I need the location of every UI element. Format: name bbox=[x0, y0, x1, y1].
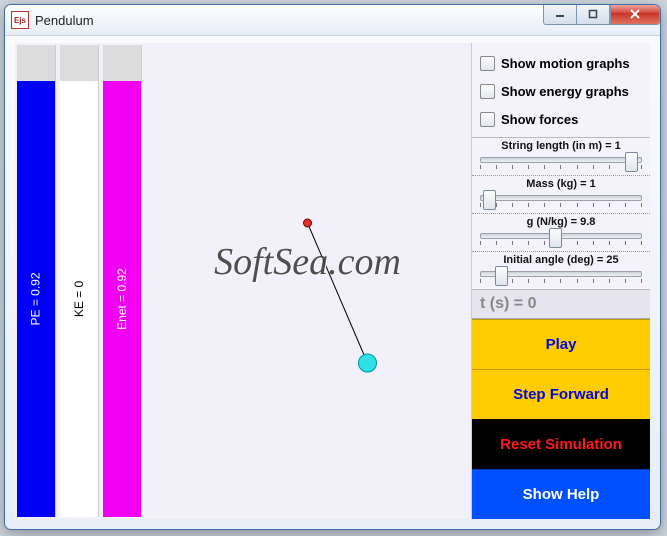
checkbox-icon bbox=[480, 56, 495, 71]
step-forward-button[interactable]: Step Forward bbox=[472, 369, 650, 419]
control-panel: Show motion graphs Show energy graphs Sh… bbox=[471, 43, 650, 519]
show-motion-label: Show motion graphs bbox=[501, 56, 630, 71]
reset-label: Reset Simulation bbox=[500, 436, 622, 453]
angle-slider[interactable]: Initial angle (deg) = 25 bbox=[472, 251, 650, 289]
app-icon: Ejs bbox=[11, 11, 29, 29]
close-button[interactable] bbox=[610, 4, 660, 25]
time-display: t (s) = 0 bbox=[472, 289, 650, 319]
window-controls bbox=[543, 4, 660, 25]
app-window: Ejs Pendulum PE = 0.92 KE = 0 bbox=[4, 4, 661, 530]
energy-bars: PE = 0.92 KE = 0 Enet = 0.92 bbox=[15, 43, 144, 519]
ke-bar: KE = 0 bbox=[60, 45, 99, 517]
enet-bar: Enet = 0.92 bbox=[103, 45, 142, 517]
minimize-button[interactable] bbox=[543, 4, 576, 25]
pe-bar-empty bbox=[17, 45, 55, 81]
minimize-icon bbox=[555, 9, 565, 19]
checkbox-icon bbox=[480, 112, 495, 127]
show-forces-label: Show forces bbox=[501, 112, 578, 127]
reset-simulation-button[interactable]: Reset Simulation bbox=[472, 419, 650, 469]
step-label: Step Forward bbox=[513, 386, 609, 403]
play-button[interactable]: Play bbox=[472, 319, 650, 369]
simulation-area[interactable]: SoftSea.com bbox=[144, 43, 471, 519]
client-area: PE = 0.92 KE = 0 Enet = 0.92 SoftSea.com bbox=[15, 43, 650, 519]
slider-thumb-icon[interactable] bbox=[625, 152, 638, 172]
action-buttons: Play Step Forward Reset Simulation Show … bbox=[472, 319, 650, 519]
show-forces-checkbox[interactable]: Show forces bbox=[480, 105, 642, 133]
pendulum-string bbox=[308, 223, 368, 363]
help-label: Show Help bbox=[523, 486, 600, 503]
g-slider[interactable]: g (N/kg) = 9.8 bbox=[472, 213, 650, 251]
show-motion-checkbox[interactable]: Show motion graphs bbox=[480, 49, 642, 77]
show-help-button[interactable]: Show Help bbox=[472, 469, 650, 519]
ke-bar-empty bbox=[60, 45, 98, 81]
window-title: Pendulum bbox=[35, 13, 94, 28]
enet-label: Enet = 0.92 bbox=[115, 268, 129, 330]
g-label: g (N/kg) = 9.8 bbox=[478, 216, 644, 229]
pendulum-bob[interactable] bbox=[359, 354, 377, 372]
checkbox-icon bbox=[480, 84, 495, 99]
play-label: Play bbox=[546, 336, 577, 353]
slider-thumb-icon[interactable] bbox=[549, 228, 562, 248]
titlebar[interactable]: Ejs Pendulum bbox=[5, 5, 660, 36]
pe-bar: PE = 0.92 bbox=[17, 45, 56, 517]
pe-label: PE = 0.92 bbox=[29, 272, 43, 325]
sliders-group: String length (in m) = 1 Mass (kg) = 1 bbox=[472, 137, 650, 289]
mass-label: Mass (kg) = 1 bbox=[478, 178, 644, 191]
ke-label: KE = 0 bbox=[72, 281, 86, 317]
maximize-icon bbox=[588, 9, 598, 19]
show-energy-label: Show energy graphs bbox=[501, 84, 629, 99]
string-length-label: String length (in m) = 1 bbox=[478, 140, 644, 153]
enet-bar-empty bbox=[103, 45, 141, 81]
close-icon bbox=[630, 9, 640, 19]
options-group: Show motion graphs Show energy graphs Sh… bbox=[472, 43, 650, 137]
string-length-slider[interactable]: String length (in m) = 1 bbox=[472, 138, 650, 175]
pendulum-svg bbox=[144, 43, 471, 519]
mass-slider[interactable]: Mass (kg) = 1 bbox=[472, 175, 650, 213]
maximize-button[interactable] bbox=[576, 4, 610, 25]
slider-thumb-icon[interactable] bbox=[483, 190, 496, 210]
pendulum-pivot bbox=[304, 219, 312, 227]
show-energy-checkbox[interactable]: Show energy graphs bbox=[480, 77, 642, 105]
slider-thumb-icon[interactable] bbox=[495, 266, 508, 286]
